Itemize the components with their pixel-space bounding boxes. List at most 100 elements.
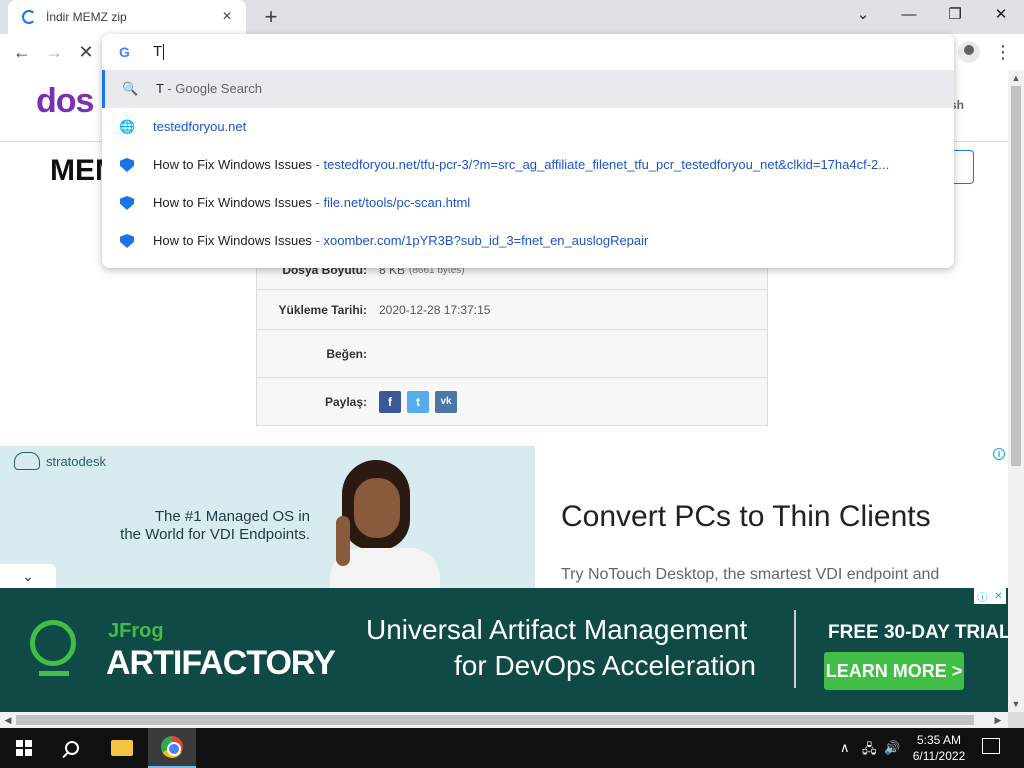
- vertical-scrollbar[interactable]: ▲ ▼: [1008, 70, 1024, 712]
- learn-more-button[interactable]: LEARN MORE >: [824, 652, 964, 690]
- site-favicon-icon: [119, 157, 135, 173]
- info-row-date: Yükleme Tarihi: 2020-12-28 17:37:15: [257, 289, 767, 329]
- network-icon[interactable]: 🖧: [862, 740, 877, 762]
- ad-copy-line: The #1 Managed OS in: [154, 508, 310, 525]
- folder-icon: [111, 740, 133, 756]
- suggestion-main: How to Fix Windows Issues: [153, 195, 312, 210]
- scroll-up-arrow-icon[interactable]: ▲: [1008, 70, 1024, 86]
- suggestion-text: How to Fix Windows Issues - xoomber.com/…: [153, 233, 943, 248]
- volume-icon[interactable]: 🔊: [884, 740, 900, 756]
- ad-headline-line1: Universal Artifact Management: [366, 614, 748, 645]
- adchoices-icon[interactable]: i: [993, 448, 1005, 460]
- ad-info-icon[interactable]: ⓘ: [977, 589, 987, 604]
- maximize-button[interactable]: ❐: [932, 0, 978, 30]
- forward-button[interactable]: →: [42, 40, 66, 64]
- scroll-down-arrow-icon[interactable]: ▼: [1008, 696, 1024, 712]
- back-button[interactable]: ←: [10, 40, 34, 64]
- info-label: Yükleme Tarihi:: [278, 302, 367, 317]
- screen: İndir MEMZ zip × + ⌄ — ❐ ✕ ← → ✕ ⋮ dos s…: [0, 0, 1024, 768]
- scroll-left-arrow-icon[interactable]: ◀: [0, 712, 16, 728]
- google-icon: G: [119, 44, 130, 60]
- suggestion-main: T: [156, 81, 164, 96]
- site-favicon-icon: [119, 233, 135, 249]
- chrome-taskbar-button[interactable]: [148, 728, 196, 768]
- new-tab-button[interactable]: +: [260, 4, 282, 30]
- artifactory-product: ARTIFACTORY: [106, 644, 336, 682]
- site-favicon-icon: [119, 195, 135, 211]
- tab-active[interactable]: İndir MEMZ zip ×: [8, 0, 246, 34]
- vertical-scroll-thumb[interactable]: [1011, 86, 1021, 466]
- horizontal-scroll-thumb[interactable]: [16, 715, 974, 725]
- taskbar-search-button[interactable]: [48, 728, 96, 768]
- windows-taskbar: ∧ 🖧 🔊 5:35 AM 6/11/2022: [0, 728, 1024, 768]
- upload-date-value: 2020-12-28 17:37:15: [379, 302, 491, 317]
- suggestion-url: testedforyou.net/tfu-pcr-3/?m=src_ag_aff…: [323, 157, 890, 172]
- notification-center-icon[interactable]: [982, 738, 1000, 754]
- minimize-button[interactable]: —: [886, 0, 932, 30]
- clock-date: 6/11/2022: [912, 749, 966, 763]
- text-caret: [163, 44, 165, 61]
- suggestion-text: testedforyou.net: [153, 119, 943, 134]
- twitter-icon[interactable]: t: [407, 390, 429, 413]
- jfrog-logo-icon: [30, 620, 76, 676]
- typed-text: T: [153, 43, 163, 60]
- jfrog-ad-banner[interactable]: JFrog ARTIFACTORY Universal Artifact Man…: [0, 588, 1008, 712]
- ad-copy: The #1 Managed OS in the World for VDI E…: [90, 508, 310, 544]
- loading-spinner-icon: [22, 10, 36, 24]
- divider: [794, 610, 796, 688]
- profile-avatar-icon[interactable]: [958, 41, 980, 63]
- tab-search-icon[interactable]: ⌄: [840, 0, 886, 30]
- brand-name: stratodesk: [46, 453, 106, 469]
- suggestion-url: testedforyou.net: [153, 119, 247, 134]
- search-icon: 🔍: [122, 81, 139, 96]
- omnibox-dropdown: G T 🔍 T - Google Search 🌐 testedforyou.n…: [102, 34, 954, 268]
- suggestion-item[interactable]: How to Fix Windows Issues - testedforyou…: [102, 146, 954, 184]
- collapse-ad-chevron-icon[interactable]: ⌄: [0, 564, 56, 588]
- ad-description[interactable]: Try NoTouch Desktop, the smartest VDI en…: [561, 566, 939, 584]
- globe-icon: 🌐: [119, 119, 136, 134]
- info-label: Paylaş:: [324, 394, 367, 409]
- info-label: Beğen:: [326, 346, 367, 361]
- start-button[interactable]: [0, 728, 48, 768]
- suggestion-item[interactable]: How to Fix Windows Issues - file.net/too…: [102, 184, 954, 222]
- jfrog-brand: JFrog: [108, 620, 164, 642]
- address-input[interactable]: T: [153, 43, 165, 61]
- suggestion-suffix: -: [311, 233, 324, 248]
- suggestion-text: T - Google Search: [156, 81, 946, 96]
- facebook-icon[interactable]: f: [379, 390, 401, 413]
- file-explorer-button[interactable]: [98, 728, 146, 768]
- free-trial-text: FREE 30-DAY TRIAL: [828, 622, 1008, 643]
- close-window-button[interactable]: ✕: [978, 0, 1024, 30]
- stratodesk-logo: stratodesk: [14, 452, 106, 470]
- browser-menu-button[interactable]: ⋮: [994, 40, 1012, 64]
- site-logo[interactable]: dos: [36, 82, 94, 121]
- address-bar[interactable]: G T: [102, 34, 954, 70]
- stop-loading-button[interactable]: ✕: [74, 40, 98, 64]
- windows-logo-icon: [16, 740, 32, 756]
- vk-icon[interactable]: vk: [435, 390, 457, 413]
- tab-title: İndir MEMZ zip: [46, 10, 127, 24]
- ad-close-icon[interactable]: ✕: [994, 591, 1002, 602]
- system-clock[interactable]: 5:35 AM 6/11/2022: [900, 732, 978, 764]
- tray-overflow-icon[interactable]: ∧: [840, 740, 850, 756]
- scroll-right-arrow-icon[interactable]: ▶: [990, 712, 1006, 728]
- ad-headline-line2: for DevOps Acceleration: [454, 650, 756, 681]
- clock-time: 5:35 AM: [916, 733, 962, 747]
- ad-headline[interactable]: Convert PCs to Thin Clients: [561, 500, 931, 534]
- suggestion-suffix: -: [311, 157, 324, 172]
- tab-close-icon[interactable]: ×: [218, 8, 236, 26]
- tab-strip: İndir MEMZ zip × + ⌄ — ❐ ✕: [0, 0, 1024, 34]
- suggestion-item[interactable]: How to Fix Windows Issues - xoomber.com/…: [102, 222, 954, 260]
- horizontal-scrollbar[interactable]: ◀ ▶: [0, 712, 1008, 728]
- suggestion-main: How to Fix Windows Issues: [153, 233, 312, 248]
- suggestion-url: xoomber.com/1pYR3B?sub_id_3=fnet_en_ausl…: [323, 233, 649, 248]
- suggestion-item[interactable]: 🌐 testedforyou.net: [102, 108, 954, 146]
- ad-controls: ⓘ ✕: [974, 588, 1006, 604]
- suggestion-url: file.net/tools/pc-scan.html: [323, 195, 471, 210]
- share-buttons: f t vk: [379, 378, 457, 425]
- search-icon: [65, 741, 79, 755]
- ad-image[interactable]: stratodesk The #1 Managed OS in the Worl…: [0, 446, 535, 588]
- suggestion-item[interactable]: 🔍 T - Google Search: [102, 70, 954, 108]
- stratodesk-ad[interactable]: stratodesk The #1 Managed OS in the Worl…: [0, 446, 1008, 588]
- chrome-icon: [161, 736, 183, 758]
